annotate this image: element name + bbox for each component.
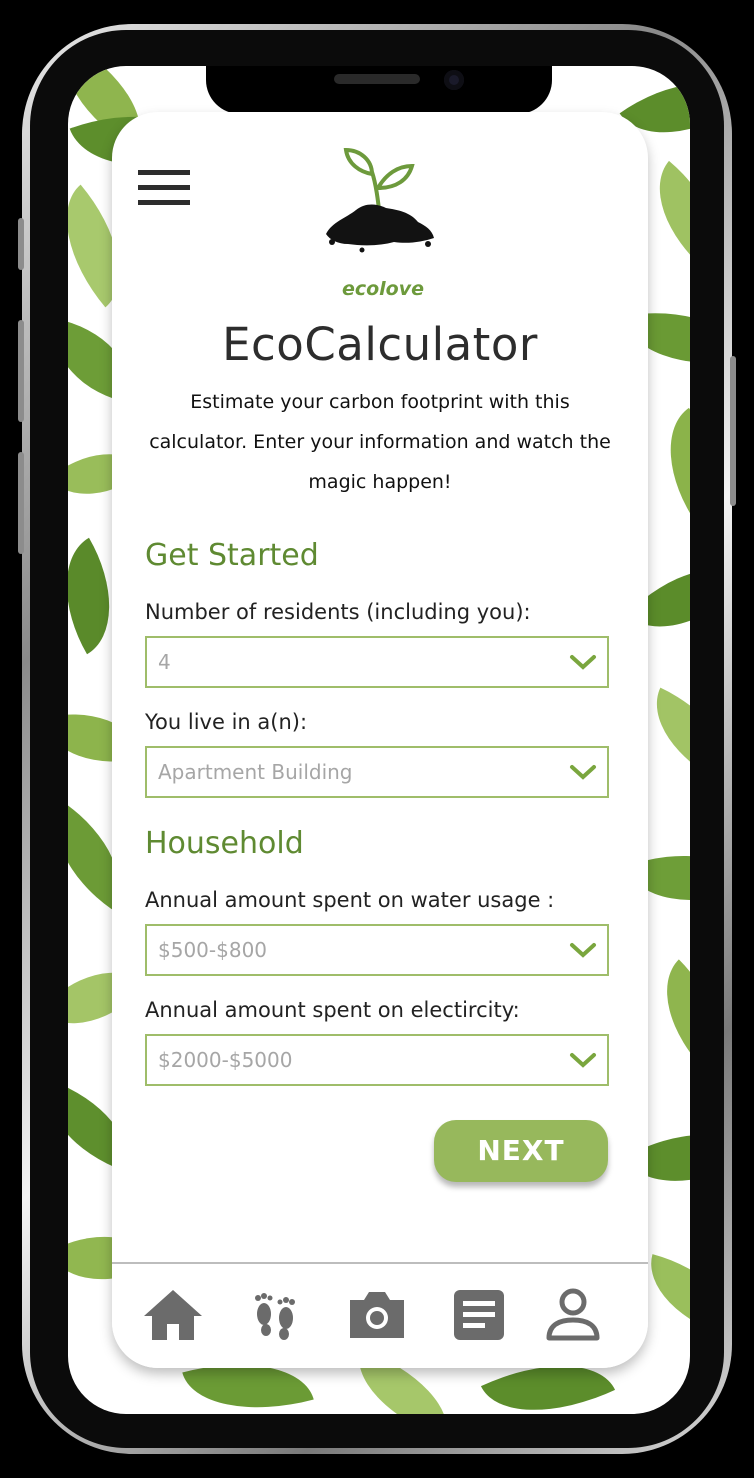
volume-down-button bbox=[18, 452, 24, 554]
dwelling-select[interactable]: Apartment Building bbox=[145, 746, 609, 798]
residents-label: Number of residents (including you): bbox=[145, 600, 531, 624]
tab-home[interactable] bbox=[142, 1286, 204, 1344]
sprout-icon bbox=[326, 147, 434, 253]
camera-icon bbox=[350, 1292, 404, 1338]
hamburger-menu-button[interactable] bbox=[138, 170, 192, 210]
menu-bar bbox=[138, 200, 190, 205]
page-title: EcoCalculator bbox=[222, 318, 538, 371]
app-card: ecolove EcoCalculator Estimate your carb… bbox=[112, 112, 648, 1368]
chevron-down-icon bbox=[570, 655, 596, 670]
electricity-value: $2000-$5000 bbox=[158, 1048, 293, 1072]
residents-value: 4 bbox=[158, 650, 171, 674]
bottom-tab-bar bbox=[112, 1262, 648, 1368]
chevron-down-icon bbox=[570, 765, 596, 780]
water-select[interactable]: $500-$800 bbox=[145, 924, 609, 976]
water-value: $500-$800 bbox=[158, 938, 268, 962]
tab-camera[interactable] bbox=[346, 1286, 408, 1344]
tab-notes[interactable] bbox=[448, 1286, 510, 1344]
footprint-icon bbox=[255, 1293, 295, 1340]
residents-select[interactable]: 4 bbox=[145, 636, 609, 688]
ecolove-logo: ecolove bbox=[318, 138, 448, 300]
dwelling-value: Apartment Building bbox=[158, 760, 353, 784]
electricity-label: Annual amount spent on electircity: bbox=[145, 998, 520, 1022]
chevron-down-icon bbox=[570, 1053, 596, 1068]
tab-profile[interactable] bbox=[542, 1286, 604, 1344]
tab-footprint[interactable] bbox=[244, 1286, 306, 1344]
home-icon bbox=[144, 1290, 202, 1340]
earpiece-speaker bbox=[334, 74, 420, 84]
dwelling-label: You live in a(n): bbox=[145, 710, 308, 734]
section-heading-household: Household bbox=[145, 826, 304, 861]
water-label: Annual amount spent on water usage : bbox=[145, 888, 555, 912]
logo-wordmark: ecolove bbox=[341, 278, 425, 300]
notes-icon bbox=[454, 1290, 504, 1340]
profile-icon bbox=[546, 1288, 600, 1341]
menu-bar bbox=[138, 185, 190, 190]
front-camera bbox=[444, 70, 464, 90]
page-subtitle: Estimate your carbon footprint with this… bbox=[149, 391, 611, 493]
menu-bar bbox=[138, 170, 190, 175]
power-button bbox=[730, 356, 736, 506]
chevron-down-icon bbox=[570, 943, 596, 958]
next-button[interactable]: NEXT bbox=[434, 1120, 608, 1182]
electricity-select[interactable]: $2000-$5000 bbox=[145, 1034, 609, 1086]
silent-switch bbox=[18, 218, 24, 270]
section-heading-get-started: Get Started bbox=[145, 538, 319, 573]
volume-up-button bbox=[18, 320, 24, 422]
